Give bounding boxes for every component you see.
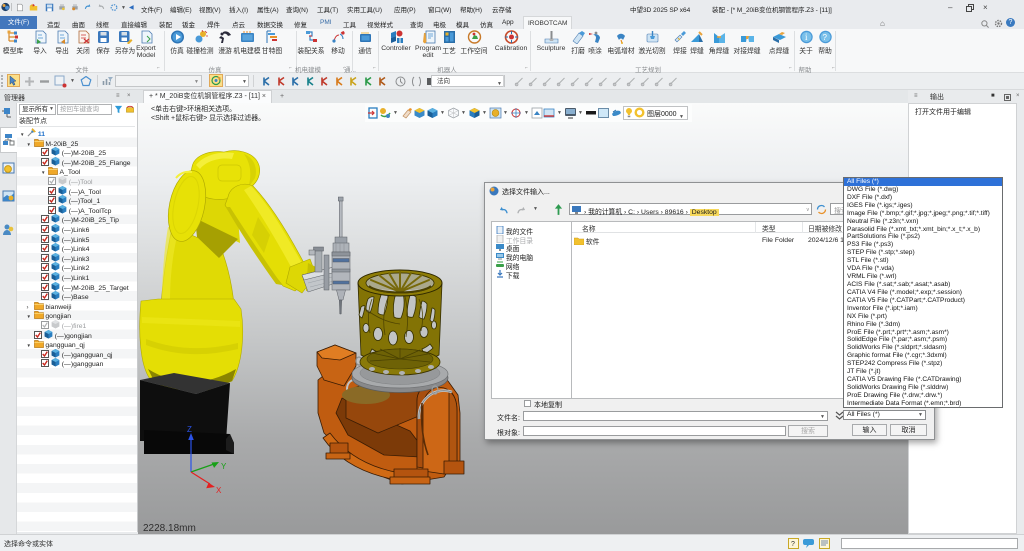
svg-text:Z: Z xyxy=(187,425,192,434)
svg-text:Y: Y xyxy=(221,462,227,471)
svg-text:?: ? xyxy=(822,33,827,42)
svg-text:?: ? xyxy=(791,541,795,548)
svg-text:X: X xyxy=(216,486,222,495)
